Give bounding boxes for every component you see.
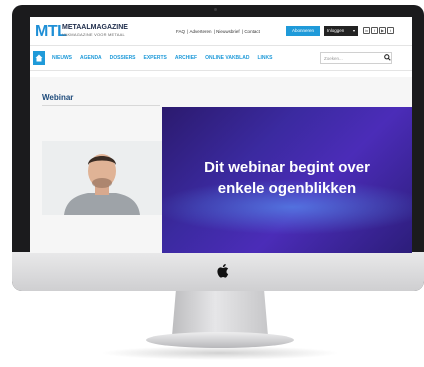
caret-down-icon: ▾	[352, 28, 355, 33]
content-area: Webinar Dit webinar begint over enkele o…	[30, 77, 412, 253]
logo-tagline: VAKMAGAZINE VOOR METAAL	[62, 32, 125, 37]
banner-text-line1: Dit webinar begint over	[204, 159, 370, 176]
site-topbar: MTL METAALMAGAZINE VAKMAGAZINE VOOR META…	[30, 17, 412, 45]
top-links: FAQ | Adverteren | Nieuwsbrief | Contact	[176, 29, 260, 34]
nav-item-online-vakblad[interactable]: ONLINE VAKBLAD	[205, 55, 249, 61]
monitor-stand-neck	[172, 291, 268, 336]
page-title: Webinar	[42, 93, 74, 102]
logo-name[interactable]: METAALMAGAZINE	[62, 24, 128, 31]
home-icon	[35, 54, 43, 62]
search-input[interactable]: Zoeken...	[320, 52, 392, 64]
apple-logo-icon	[217, 263, 229, 278]
nav-item-experts[interactable]: EXPERTS	[144, 55, 167, 61]
monitor-stand-base	[146, 332, 294, 348]
presenter-photo	[42, 141, 162, 215]
link-adverteren[interactable]: Adverteren	[189, 29, 211, 34]
subscribe-button[interactable]: Abonneren	[286, 26, 320, 36]
presenter-video[interactable]	[42, 141, 162, 215]
home-button[interactable]	[33, 51, 45, 65]
login-button[interactable]: Inloggen ▾	[324, 26, 358, 36]
login-label: Inloggen	[327, 28, 345, 33]
link-faq[interactable]: FAQ	[176, 29, 185, 34]
nav-item-nieuws[interactable]: NIEUWS	[52, 55, 72, 61]
nav-items: NIEUWS AGENDA DOSSIERS EXPERTS ARCHIEF O…	[52, 55, 272, 61]
stage: MTL METAALMAGAZINE VAKMAGAZINE VOOR META…	[0, 0, 424, 367]
link-contact[interactable]: Contact	[244, 29, 260, 34]
search-icon[interactable]	[384, 54, 391, 61]
screen: MTL METAALMAGAZINE VAKMAGAZINE VOOR META…	[30, 17, 412, 253]
nav-item-links[interactable]: LINKS	[257, 55, 272, 61]
youtube-icon[interactable]: ▶	[379, 27, 386, 34]
stand-shadow	[100, 346, 340, 360]
link-nieuwsbrief[interactable]: Nieuwsbrief	[216, 29, 240, 34]
linkedin-icon[interactable]: in	[363, 27, 370, 34]
nav-item-agenda[interactable]: AGENDA	[80, 55, 102, 61]
title-divider	[42, 105, 160, 106]
camera-dot	[214, 8, 217, 11]
social-icons: in f ▶ t	[363, 27, 394, 34]
facebook-icon[interactable]: f	[371, 27, 378, 34]
nav-item-archief[interactable]: ARCHIEF	[175, 55, 197, 61]
webinar-banner[interactable]: Dit webinar begint over enkele ogenblikk…	[162, 107, 412, 253]
nav-item-dossiers[interactable]: DOSSIERS	[110, 55, 136, 61]
main-nav: NIEUWS AGENDA DOSSIERS EXPERTS ARCHIEF O…	[30, 45, 412, 71]
twitter-icon[interactable]: t	[387, 27, 394, 34]
banner-text-line2: enkele ogenblikken	[217, 180, 357, 197]
